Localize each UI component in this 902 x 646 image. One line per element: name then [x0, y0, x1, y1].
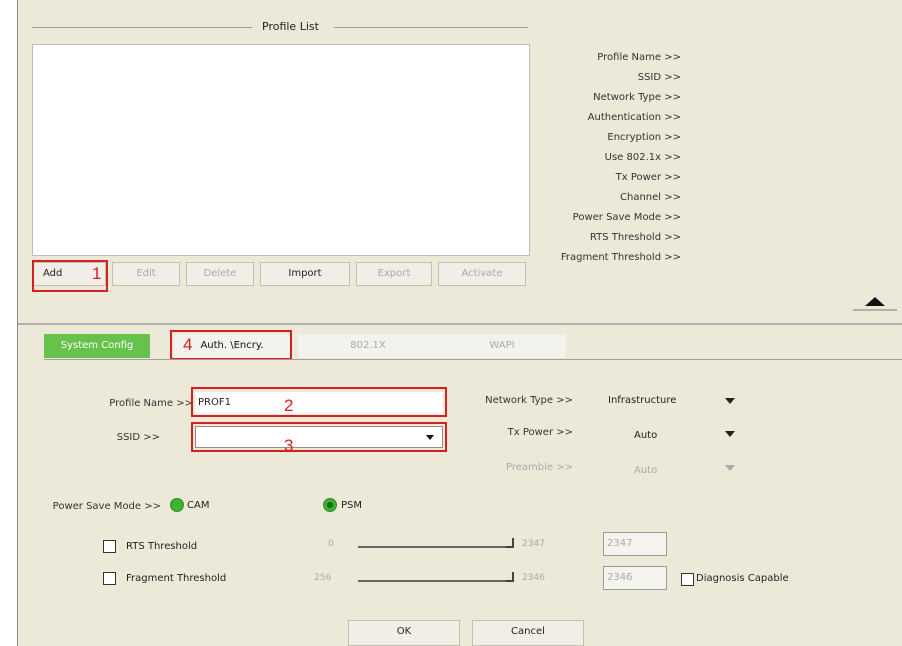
group-line-left	[32, 27, 252, 28]
rts-slider-thumb[interactable]	[506, 538, 514, 548]
cam-label: CAM	[187, 500, 210, 511]
fragment-value: 2346	[607, 572, 633, 583]
info-fragment-threshold: Fragment Threshold >>	[560, 252, 681, 263]
profile-list-title: Profile List	[258, 20, 323, 33]
delete-button[interactable]: Delete	[186, 262, 254, 286]
rts-threshold-label: RTS Threshold	[126, 541, 198, 552]
info-use-8021x: Use 802.1x >>	[604, 152, 681, 163]
info-ssid: SSID >>	[637, 72, 681, 83]
export-button[interactable]: Export	[356, 262, 432, 286]
triangle-up-icon	[853, 297, 897, 311]
network-type-value[interactable]: Infrastructure	[608, 395, 676, 406]
rts-max: 2347	[522, 539, 545, 549]
info-authentication: Authentication >>	[587, 112, 681, 123]
profile-listbox[interactable]	[32, 44, 530, 256]
rts-slider-track[interactable]	[358, 546, 508, 548]
network-type-label: Network Type >>	[485, 395, 573, 406]
info-profile-name: Profile Name >>	[597, 52, 681, 63]
fragment-slider-thumb[interactable]	[506, 572, 514, 582]
network-type-dropdown-icon[interactable]	[725, 398, 735, 404]
ssid-label: SSID >>	[116, 432, 160, 443]
psm-radio[interactable]	[323, 498, 337, 512]
fragment-threshold-checkbox[interactable]	[103, 572, 116, 585]
rts-value-field[interactable]: 2347	[603, 532, 667, 556]
annotation-4: 4	[183, 335, 193, 354]
import-button[interactable]: Import	[260, 262, 350, 286]
activate-button[interactable]: Activate	[438, 262, 526, 286]
power-save-label: Power Save Mode >>	[52, 501, 161, 512]
tx-power-dropdown-icon[interactable]	[725, 431, 735, 437]
rts-min: 0	[328, 539, 334, 549]
tab-underline	[44, 359, 902, 360]
highlight-box-2	[191, 387, 447, 417]
collapse-up-button[interactable]	[851, 290, 899, 312]
info-network-type: Network Type >>	[593, 92, 681, 103]
tx-power-label: Tx Power >>	[507, 427, 573, 438]
preamble-dropdown-icon[interactable]	[725, 465, 735, 471]
tab-8021x[interactable]: 802.1X	[298, 334, 438, 358]
edit-button[interactable]: Edit	[112, 262, 180, 286]
info-rts-threshold: RTS Threshold >>	[589, 232, 681, 243]
cam-radio[interactable]	[170, 498, 184, 512]
fragment-slider-track[interactable]	[358, 580, 508, 582]
annotation-2: 2	[284, 396, 294, 415]
rts-threshold-checkbox[interactable]	[103, 540, 116, 553]
info-encryption: Encryption >>	[607, 132, 681, 143]
profile-name-label: Profile Name >>	[109, 398, 193, 409]
diagnosis-capable-label: Diagnosis Capable	[696, 573, 789, 584]
group-line-right	[334, 27, 528, 28]
fragment-value-field[interactable]: 2346	[603, 566, 667, 590]
tab-system-config[interactable]: System Config	[44, 334, 150, 358]
cancel-button[interactable]: Cancel	[472, 620, 584, 646]
annotation-1: 1	[92, 264, 102, 283]
section-divider	[18, 323, 902, 325]
diagnosis-capable-checkbox[interactable]	[681, 573, 694, 586]
info-tx-power: Tx Power >>	[615, 172, 681, 183]
highlight-box-3	[191, 422, 447, 452]
annotation-3: 3	[284, 436, 294, 455]
rts-value: 2347	[607, 538, 633, 549]
info-channel: Channel >>	[620, 192, 681, 203]
profile-window: Profile List Profile Name >> SSID >> Net…	[17, 0, 902, 646]
psm-label: PSM	[341, 500, 363, 511]
preamble-label: Preamble >>	[506, 462, 573, 473]
preamble-value[interactable]: Auto	[634, 465, 657, 476]
fragment-min: 256	[314, 573, 332, 583]
info-power-save: Power Save Mode >>	[572, 212, 681, 223]
fragment-threshold-label: Fragment Threshold	[126, 573, 227, 584]
tab-wapi[interactable]: WAPI	[438, 334, 566, 358]
tx-power-value[interactable]: Auto	[634, 430, 657, 441]
ok-button[interactable]: OK	[348, 620, 460, 646]
fragment-max: 2346	[522, 573, 545, 583]
